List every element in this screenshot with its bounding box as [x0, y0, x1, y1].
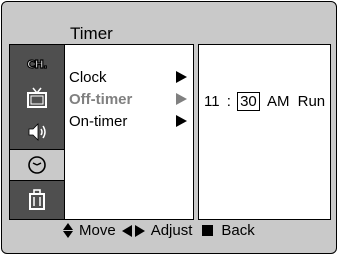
help-bar: Move Adjust Back: [63, 222, 255, 239]
channel-icon: CH.: [26, 57, 48, 71]
minute-value[interactable]: 30: [238, 93, 259, 110]
arrow-right-icon: [176, 93, 187, 105]
arrow-right-icon: [134, 224, 145, 237]
timer-state[interactable]: Run: [298, 93, 326, 110]
off-timer-setting: 11 : 30 AM Run: [204, 93, 325, 110]
rail-item-timer[interactable]: [9, 149, 65, 181]
menu-item-label: On-timer: [69, 113, 128, 130]
menu-item-off-timer[interactable]: Off-timer: [69, 91, 187, 109]
rail-item-channel[interactable]: CH.: [10, 49, 64, 79]
menu-item-on-timer[interactable]: On-timer: [69, 113, 187, 131]
back-label: Back: [221, 222, 255, 239]
timer-menu: Clock Off-timer On-timer: [64, 44, 194, 220]
ampm-value[interactable]: AM: [267, 93, 290, 110]
clock-icon: [28, 156, 46, 174]
tv-icon: [27, 87, 47, 108]
stop-square-icon: [202, 225, 214, 236]
time-separator: :: [226, 93, 231, 110]
function-icon: [29, 189, 45, 210]
speaker-icon: [28, 123, 46, 141]
menu-title: Timer: [70, 24, 113, 43]
value-panel: 11 : 30 AM Run: [198, 44, 331, 220]
osd-window: Timer CH. Clock Off-timer On-timer 11: …: [1, 1, 337, 254]
menu-item-label: Clock: [69, 69, 107, 86]
adjust-label: Adjust: [150, 222, 193, 239]
rail-item-function[interactable]: [10, 185, 64, 215]
menu-item-clock[interactable]: Clock: [69, 69, 187, 87]
rail-item-picture[interactable]: [10, 83, 64, 113]
up-down-icon: [63, 223, 73, 238]
arrow-right-icon: [176, 115, 187, 127]
arrow-left-icon: [121, 224, 132, 237]
move-label: Move: [79, 222, 116, 239]
hour-value[interactable]: 11: [204, 93, 220, 110]
menu-item-label: Off-timer: [69, 91, 133, 108]
rail-item-sound[interactable]: [10, 117, 64, 147]
category-rail: CH.: [9, 44, 65, 220]
arrow-right-icon: [176, 71, 187, 83]
